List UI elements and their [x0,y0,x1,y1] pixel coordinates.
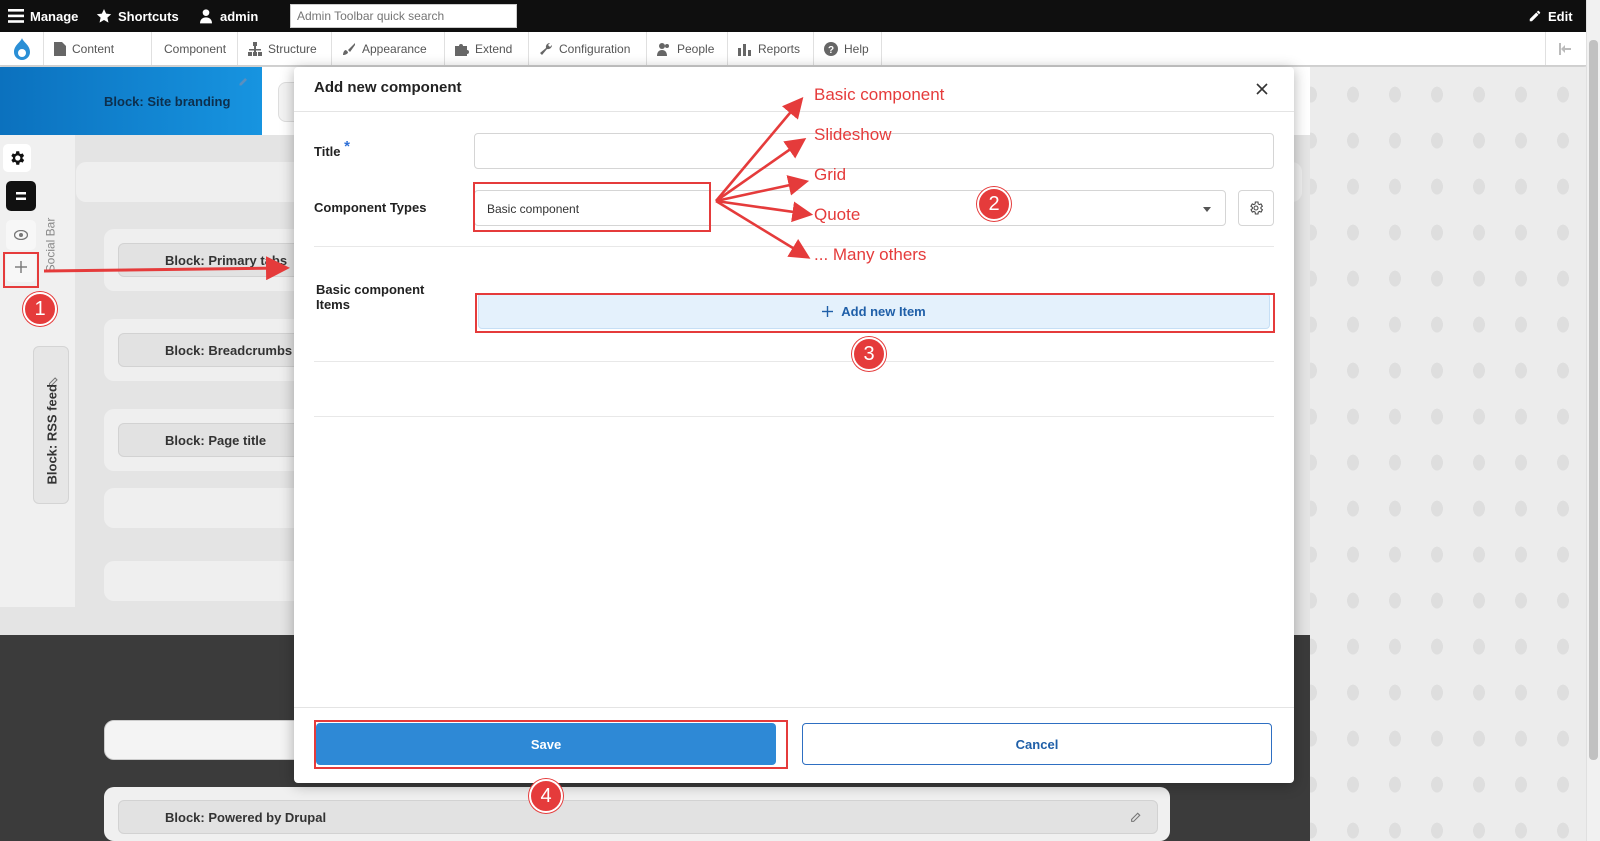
step-marker: 1 [23,292,57,326]
annotation-option: Basic component [814,85,945,104]
step-marker: 2 [977,187,1011,221]
arrow-quote [715,199,814,223]
highlight-save-button [314,720,788,769]
annotation-option: Slideshow [814,125,892,144]
step-marker: 4 [529,779,563,813]
highlight-component-types [473,182,711,232]
arrow-many-others [715,199,811,259]
annotation-option: ... Many others [814,245,927,264]
step-marker: 3 [852,337,886,371]
annotation-option: Grid [814,165,847,184]
annotation-option: Quote [814,205,861,224]
arrow-to-dialog [43,256,290,281]
annotation-arrows [43,97,814,281]
highlight-add-new-item [475,293,1275,333]
highlight-add-button [3,252,39,288]
